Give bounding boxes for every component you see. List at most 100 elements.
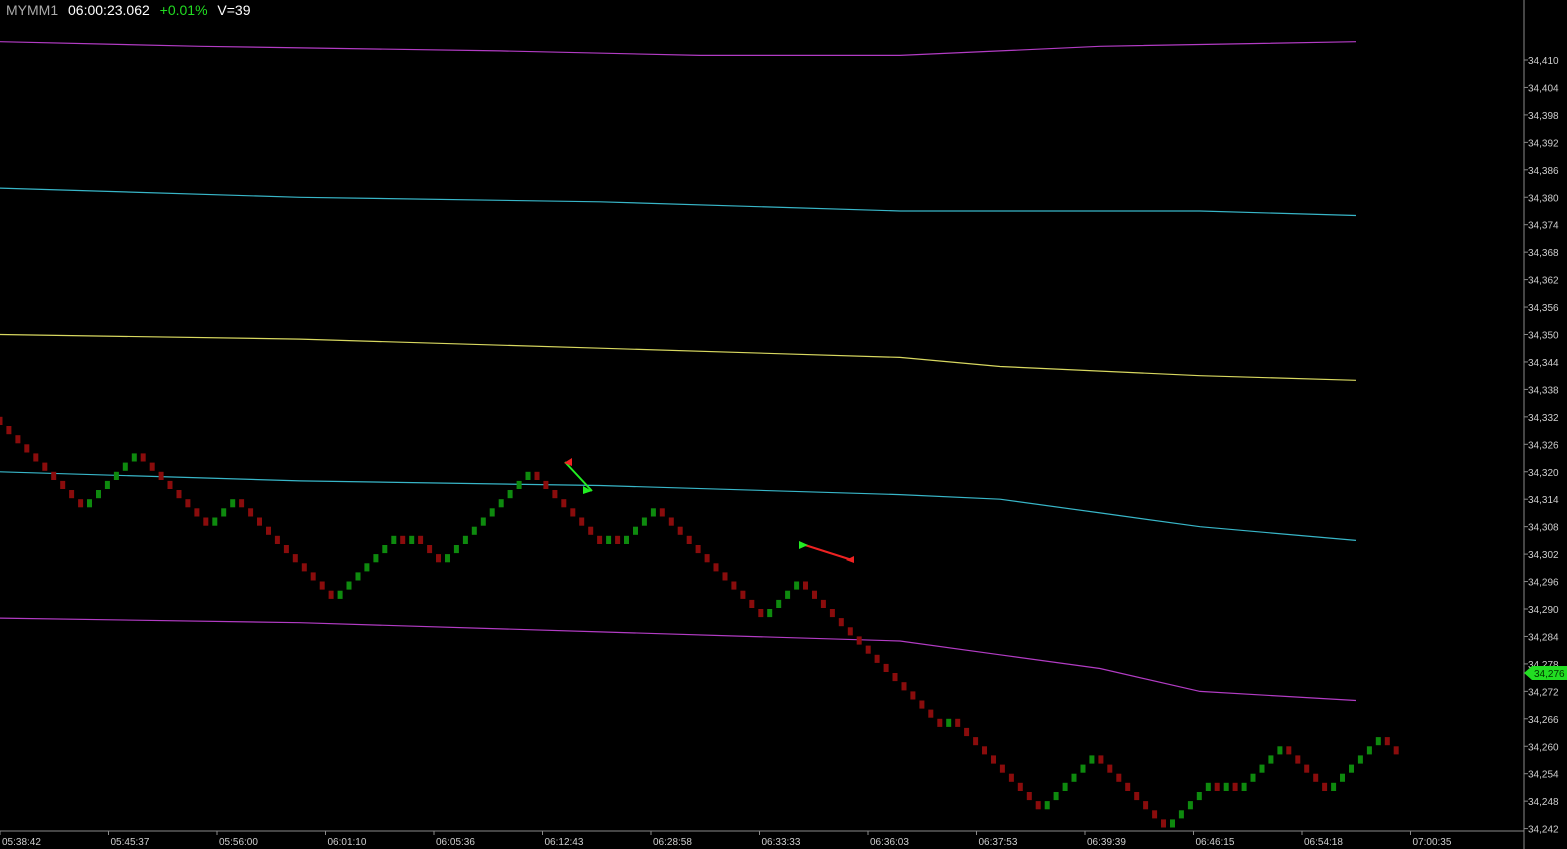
renko-brick bbox=[1071, 773, 1077, 782]
renko-brick bbox=[230, 499, 236, 508]
renko-brick bbox=[328, 590, 334, 599]
renko-brick bbox=[1062, 782, 1068, 791]
renko-brick bbox=[1089, 755, 1095, 764]
renko-brick bbox=[1357, 755, 1363, 764]
renko-brick bbox=[1116, 773, 1122, 782]
renko-brick bbox=[829, 609, 835, 618]
y-tick-label: 34,248 bbox=[1528, 797, 1559, 808]
renko-brick bbox=[516, 480, 522, 489]
renko-brick bbox=[525, 471, 531, 480]
renko-brick bbox=[319, 581, 325, 590]
renko-brick bbox=[1143, 801, 1149, 810]
renko-brick bbox=[418, 535, 424, 544]
y-tick-label: 34,326 bbox=[1528, 440, 1559, 451]
renko-brick bbox=[24, 444, 30, 453]
renko-brick bbox=[1205, 782, 1211, 791]
renko-brick bbox=[731, 581, 737, 590]
y-tick-label: 34,392 bbox=[1528, 138, 1559, 149]
signal-long-entry-arrow bbox=[799, 541, 808, 549]
y-tick-label: 34,272 bbox=[1528, 687, 1559, 698]
renko-brick bbox=[1080, 764, 1086, 773]
renko-brick bbox=[1268, 755, 1274, 764]
renko-brick bbox=[677, 526, 683, 535]
renko-brick bbox=[60, 480, 66, 489]
renko-brick bbox=[489, 508, 495, 517]
renko-brick bbox=[239, 499, 245, 508]
renko-brick bbox=[794, 581, 800, 590]
renko-brick bbox=[185, 499, 191, 508]
renko-brick bbox=[1313, 773, 1319, 782]
renko-brick bbox=[176, 490, 182, 499]
x-tick-label: 06:37:53 bbox=[979, 837, 1018, 848]
renko-brick bbox=[1035, 801, 1041, 810]
indicator-line-1 bbox=[0, 41, 1357, 57]
y-tick-label: 34,404 bbox=[1528, 83, 1559, 94]
renko-brick bbox=[1304, 764, 1310, 773]
x-tick-label: 06:12:43 bbox=[545, 837, 584, 848]
y-tick-label: 34,242 bbox=[1528, 825, 1559, 836]
renko-brick bbox=[436, 554, 441, 563]
renko-brick bbox=[1098, 755, 1104, 764]
renko-brick bbox=[274, 535, 280, 544]
x-tick-label: 06:01:10 bbox=[328, 837, 367, 848]
x-tick-label: 05:38:42 bbox=[2, 837, 41, 848]
price-chart[interactable]: 34,410 34,404 34,398 34,392 34,386 34,380 34,3… bbox=[0, 0, 1567, 849]
x-tick-label: 05:45:37 bbox=[111, 837, 150, 848]
renko-brick bbox=[507, 490, 513, 499]
y-tick-label: 34,302 bbox=[1528, 550, 1559, 561]
renko-brick bbox=[1232, 782, 1238, 791]
y-tick-label: 34,344 bbox=[1528, 358, 1559, 369]
renko-brick bbox=[820, 599, 826, 608]
renko-brick bbox=[749, 599, 755, 608]
renko-brick bbox=[865, 645, 871, 654]
renko-brick bbox=[1170, 819, 1175, 828]
renko-brick bbox=[131, 453, 137, 462]
renko-brick bbox=[588, 526, 594, 535]
y-tick-label: 34,332 bbox=[1528, 413, 1559, 424]
y-tick-label: 34,386 bbox=[1528, 166, 1559, 177]
renko-brick bbox=[955, 718, 961, 727]
renko-brick bbox=[1250, 773, 1256, 782]
trade-signals bbox=[564, 458, 854, 563]
renko-brick bbox=[122, 462, 128, 471]
renko-brick bbox=[856, 636, 862, 645]
x-tick-label: 07:00:35 bbox=[1413, 837, 1452, 848]
renko-brick bbox=[552, 490, 558, 499]
renko-brick bbox=[1241, 782, 1247, 791]
renko-brick bbox=[0, 416, 3, 425]
y-tick-label: 34,368 bbox=[1528, 248, 1559, 259]
renko-brick bbox=[1286, 746, 1292, 755]
renko-brick bbox=[1384, 737, 1390, 746]
renko-brick bbox=[659, 508, 665, 517]
renko-brick bbox=[1161, 819, 1166, 828]
renko-brick bbox=[534, 471, 540, 480]
renko-brick bbox=[364, 563, 370, 572]
renko-brick bbox=[785, 590, 791, 599]
y-tick-label: 34,338 bbox=[1528, 385, 1559, 396]
renko-brick bbox=[453, 545, 459, 554]
renko-brick bbox=[1322, 782, 1328, 791]
renko-brick bbox=[283, 545, 289, 554]
indicator-lines bbox=[0, 41, 1357, 702]
indicator-line-2 bbox=[0, 187, 1357, 217]
renko-brick bbox=[292, 554, 298, 563]
renko-brick bbox=[42, 462, 48, 471]
renko-brick bbox=[776, 599, 782, 608]
y-tick-label: 34,362 bbox=[1528, 276, 1559, 287]
y-tick-label: 34,398 bbox=[1528, 111, 1559, 122]
renko-brick bbox=[946, 718, 952, 727]
renko-brick bbox=[982, 746, 987, 755]
y-tick-label: 34,356 bbox=[1528, 303, 1559, 314]
renko-brick bbox=[999, 764, 1005, 773]
y-tick-label: 34,296 bbox=[1528, 578, 1559, 589]
signal-short-line bbox=[804, 544, 853, 561]
renko-brick bbox=[641, 517, 647, 526]
renko-brick bbox=[266, 526, 271, 535]
x-tick-label: 06:36:03 bbox=[870, 837, 909, 848]
renko-brick bbox=[310, 572, 316, 581]
renko-brick bbox=[973, 737, 979, 746]
renko-brick bbox=[615, 535, 621, 544]
renko-brick bbox=[838, 618, 844, 627]
renko-brick bbox=[409, 535, 415, 544]
renko-brick bbox=[740, 590, 746, 599]
